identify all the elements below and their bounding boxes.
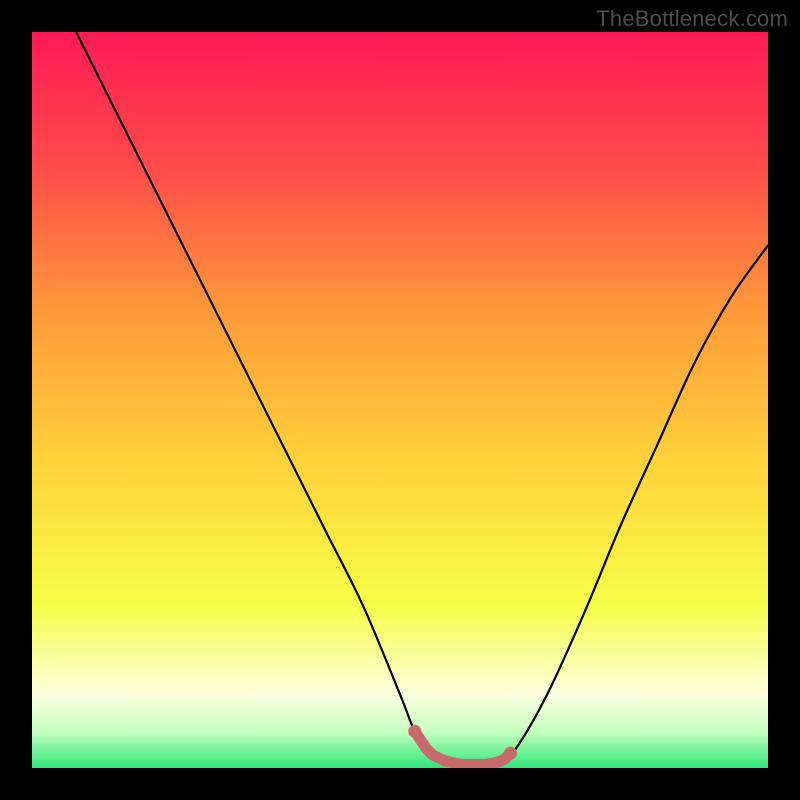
chart-frame: TheBottleneck.com [0, 0, 800, 800]
plot-area [32, 32, 768, 768]
gradient-background [32, 32, 768, 768]
watermark-text: TheBottleneck.com [596, 6, 788, 32]
